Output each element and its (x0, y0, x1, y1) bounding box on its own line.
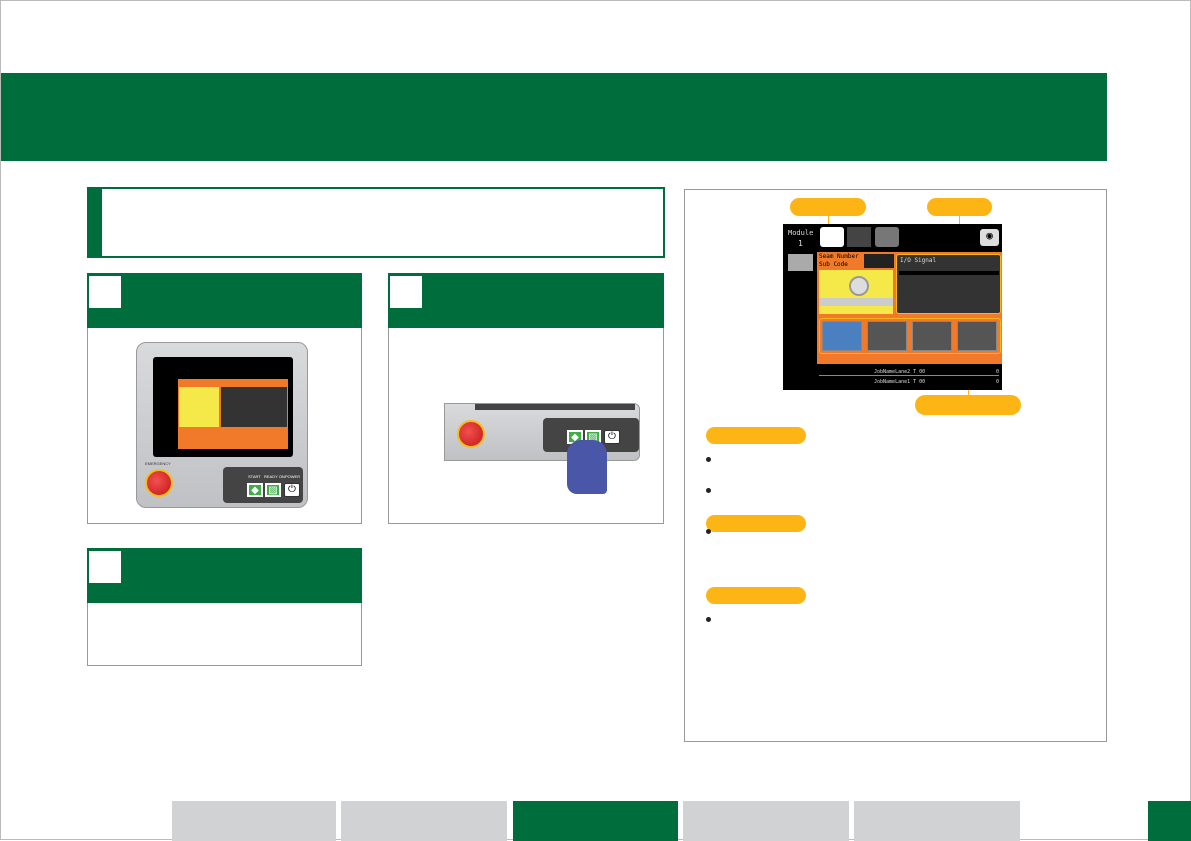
step-1-header (87, 273, 362, 328)
bullet (706, 457, 711, 462)
intro-box (87, 187, 665, 258)
bullet (706, 529, 711, 534)
module-number: 1 (798, 239, 803, 248)
start-button[interactable]: ◆ (247, 483, 263, 497)
ready-on-button[interactable]: ▨ (265, 483, 281, 497)
footer-tab-3-active[interactable] (513, 801, 678, 841)
hand-pointer-icon (567, 440, 607, 494)
header-band (1, 73, 1107, 161)
wrench-icon[interactable] (867, 321, 907, 351)
robot-screen: Module 1 ◉ Seam Number Sub Code I/O Sign… (783, 224, 1002, 390)
screen-explanation-panel: Module 1 ◉ Seam Number Sub Code I/O Sign… (684, 189, 1107, 742)
callout-seam (790, 198, 866, 216)
start-label: START (248, 474, 261, 479)
job-line-1: JobNameLane2 T 00 0 (819, 369, 999, 376)
bullet (706, 488, 711, 493)
section-label-1 (706, 427, 806, 444)
home-icon[interactable] (788, 254, 813, 271)
seam-number-label: Seam Number (819, 253, 859, 260)
sub-code-label: Sub Code (819, 261, 848, 268)
io-signal-panel: I/O Signal (896, 254, 1001, 314)
step-2-number-box (390, 276, 422, 308)
step-2-header (388, 273, 664, 328)
step-3-body (87, 603, 362, 666)
intro-box-bar (89, 189, 102, 256)
ready-on-label: READY ON (264, 474, 285, 479)
tab-2[interactable] (847, 227, 871, 247)
power-button[interactable]: ⏻ (604, 430, 620, 444)
io-signal-title: I/O Signal (900, 257, 937, 264)
callout-steps (915, 395, 1021, 415)
step-thumb-1[interactable] (822, 321, 862, 351)
step-thumb-3[interactable] (912, 321, 952, 351)
pressure-gauge-icon (819, 270, 893, 314)
step-thumb-4[interactable] (957, 321, 997, 351)
control-panel-illustration: EMERGENCY ◆ ▨ ⏻ START READY ON POWER (136, 342, 308, 508)
process-steps (819, 318, 1001, 354)
emergency-label: EMERGENCY (145, 461, 171, 466)
tab-3[interactable] (875, 227, 899, 247)
footer-tab-1[interactable] (172, 801, 336, 841)
emergency-stop-button[interactable] (145, 469, 173, 497)
module-label: Module (788, 229, 814, 237)
step-1-number-box (89, 276, 121, 308)
tool-tab[interactable] (820, 227, 844, 247)
job-line-2: JobNameLane1 T 00 0 (874, 379, 999, 385)
emergency-stop-button[interactable] (457, 420, 485, 448)
panel-screen (153, 357, 293, 457)
step-2-body: ◆ ▨ ⏻ (388, 328, 664, 524)
callout-io (927, 198, 992, 216)
control-panel-closeup: ◆ ▨ ⏻ (444, 403, 640, 461)
step-3-number-box (89, 551, 121, 583)
section-label-3 (706, 587, 806, 604)
footer-tab-4[interactable] (683, 801, 849, 841)
bullet (706, 617, 711, 622)
section-label-2 (706, 515, 806, 532)
page-number-tab (1148, 801, 1191, 841)
step-3-header (87, 548, 362, 603)
step-1-body: EMERGENCY ◆ ▨ ⏻ START READY ON POWER (87, 328, 362, 524)
power-label: POWER (285, 474, 301, 479)
footer-tab-5[interactable] (854, 801, 1020, 841)
camera-icon[interactable]: ◉ (980, 229, 999, 246)
footer-tab-2[interactable] (341, 801, 507, 841)
power-button[interactable]: ⏻ (284, 483, 300, 497)
